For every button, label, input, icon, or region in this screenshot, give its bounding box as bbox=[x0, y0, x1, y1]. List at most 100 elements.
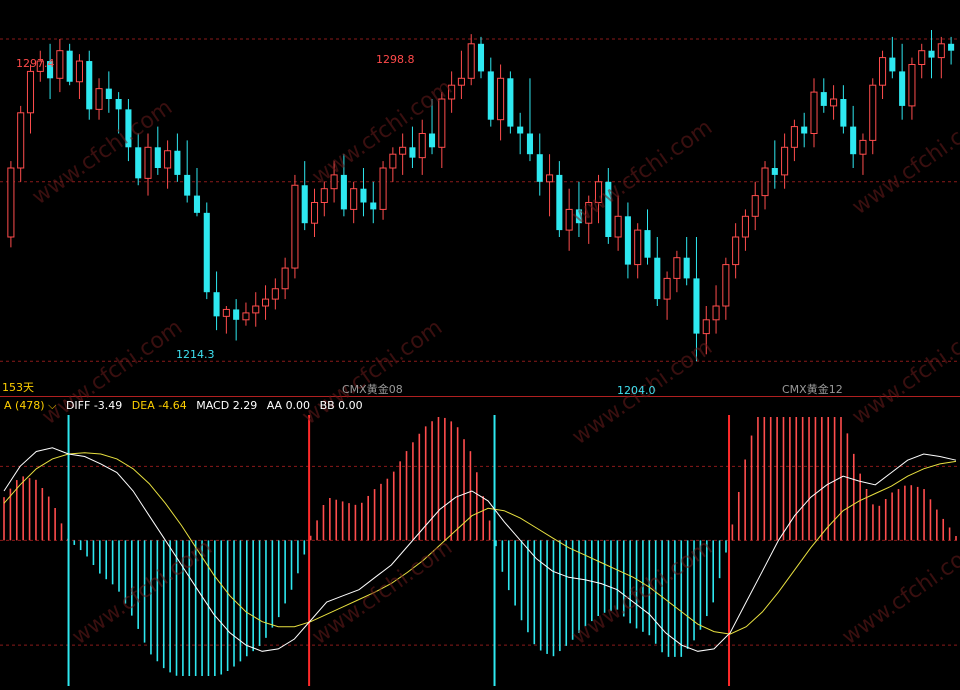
candle-body-up bbox=[379, 167, 387, 210]
dea-legend: DEA -4.64 bbox=[132, 399, 187, 412]
chart-stage[interactable]: www.cfchi.com www.cfchi.com www.cfchi.co… bbox=[0, 0, 960, 686]
candle-body-up bbox=[712, 305, 720, 321]
candle-body-down bbox=[301, 185, 308, 224]
indicator-legend: A (478) ⌵ DIFF -3.49 DEA -4.64 MACD 2.29… bbox=[4, 399, 369, 413]
candle-body-up bbox=[95, 88, 103, 110]
candle-body-up bbox=[418, 133, 426, 159]
candle-body-down bbox=[428, 133, 436, 148]
candle-body-down bbox=[693, 278, 700, 334]
candle-body-up bbox=[17, 112, 25, 169]
diff-legend: DIFF -3.49 bbox=[66, 399, 122, 412]
candle-body-down bbox=[409, 147, 416, 158]
candle-body-down bbox=[370, 202, 377, 210]
high-label-1: 1297.4 bbox=[16, 57, 55, 70]
chevron-down-icon[interactable]: ⌵ bbox=[48, 399, 56, 412]
candle-body-up bbox=[830, 98, 838, 107]
candle-body-down bbox=[360, 188, 367, 203]
candle-body-up bbox=[310, 202, 319, 224]
candle-body-up bbox=[702, 319, 710, 335]
candle-body-up bbox=[859, 139, 867, 155]
diff-line bbox=[3, 447, 957, 652]
candle-body-down bbox=[174, 150, 181, 175]
candle-body-up bbox=[75, 60, 83, 83]
candle-body-down bbox=[115, 99, 122, 110]
candle-body-down bbox=[928, 50, 935, 58]
candle-body-down bbox=[536, 154, 543, 182]
indicator-selector[interactable]: A (478) ⌵ bbox=[4, 399, 56, 412]
period-label: 153天 bbox=[2, 381, 34, 394]
contract-label-2: CMX黄金12 bbox=[782, 383, 843, 396]
candle-body-down bbox=[889, 57, 896, 72]
candle-body-down bbox=[850, 126, 857, 155]
candle-body-up bbox=[761, 167, 769, 197]
candle-body-up bbox=[271, 288, 279, 300]
candle-body-up bbox=[741, 215, 749, 238]
candle-body-down bbox=[948, 43, 955, 51]
candle-body-up bbox=[810, 91, 818, 134]
candle-body-up bbox=[790, 126, 798, 148]
candle-body-down bbox=[340, 174, 347, 210]
diff-value: -3.49 bbox=[93, 399, 123, 412]
candle-body-down bbox=[899, 71, 906, 106]
candle-body-down bbox=[507, 78, 514, 127]
candle-body-down bbox=[86, 61, 93, 110]
dea-label: DEA bbox=[131, 399, 155, 412]
candle-body-down bbox=[184, 174, 191, 196]
candle-body-up bbox=[879, 57, 887, 86]
candle-body-down bbox=[771, 168, 778, 175]
macd-value: 2.29 bbox=[232, 399, 258, 412]
contract-label-1: CMX黄金08 bbox=[342, 383, 403, 396]
macd-label: MACD bbox=[196, 399, 230, 412]
aa-label: AA bbox=[266, 399, 283, 412]
candle-body-up bbox=[673, 257, 681, 279]
candle-body-down bbox=[105, 88, 112, 99]
candle-body-up bbox=[164, 150, 172, 169]
candle-body-up bbox=[869, 84, 877, 141]
candle-body-up bbox=[634, 229, 642, 266]
bb-value: 0.00 bbox=[338, 399, 363, 412]
candle-body-down bbox=[644, 230, 651, 258]
candle-body-down bbox=[193, 195, 201, 213]
candle-body-down bbox=[801, 126, 808, 134]
candle-body-up bbox=[262, 298, 270, 307]
candle-body-down bbox=[477, 43, 485, 72]
candle-body-up bbox=[281, 267, 289, 290]
candle-body-down bbox=[66, 50, 73, 82]
candle-body-up bbox=[320, 188, 328, 203]
low-label-2: 1204.0 bbox=[617, 384, 656, 397]
candle-body-up bbox=[222, 308, 230, 317]
candle-body-up bbox=[781, 146, 789, 176]
candle-body-up bbox=[144, 146, 152, 179]
candle-body-down bbox=[624, 216, 631, 265]
candle-body-up bbox=[908, 64, 916, 107]
candle-body-down bbox=[526, 133, 534, 155]
candle-body-up bbox=[252, 305, 260, 314]
candle-body-down bbox=[233, 309, 240, 320]
candle-body-down bbox=[683, 257, 690, 279]
candle-body-up bbox=[546, 174, 554, 183]
macd-legend: MACD 2.29 bbox=[196, 399, 257, 412]
candle-body-up bbox=[26, 70, 35, 114]
aa-legend: AA 0.00 bbox=[267, 399, 310, 412]
diff-label: DIFF bbox=[65, 399, 91, 412]
candle-body-down bbox=[840, 99, 847, 127]
bb-label: BB bbox=[319, 399, 335, 412]
candle-body-up bbox=[7, 167, 15, 238]
indicator-name: A (478) bbox=[4, 399, 45, 412]
candle-body-down bbox=[820, 92, 827, 106]
candle-body-down bbox=[487, 71, 494, 120]
candle-body-down bbox=[213, 292, 220, 317]
candle-body-up bbox=[389, 153, 397, 169]
candle-body-down bbox=[203, 212, 210, 293]
candle-body-up bbox=[732, 236, 740, 266]
candle-body-up bbox=[722, 264, 730, 307]
candle-body-up bbox=[937, 43, 945, 59]
aa-value: 0.00 bbox=[285, 399, 311, 412]
candle-body-up bbox=[291, 184, 299, 269]
candle-body-down bbox=[517, 126, 524, 134]
candle-body-up bbox=[399, 146, 407, 155]
candle-body-down bbox=[135, 147, 142, 179]
candle-body-up bbox=[614, 215, 622, 238]
dea-line bbox=[3, 452, 957, 635]
candle-body-down bbox=[556, 174, 563, 231]
